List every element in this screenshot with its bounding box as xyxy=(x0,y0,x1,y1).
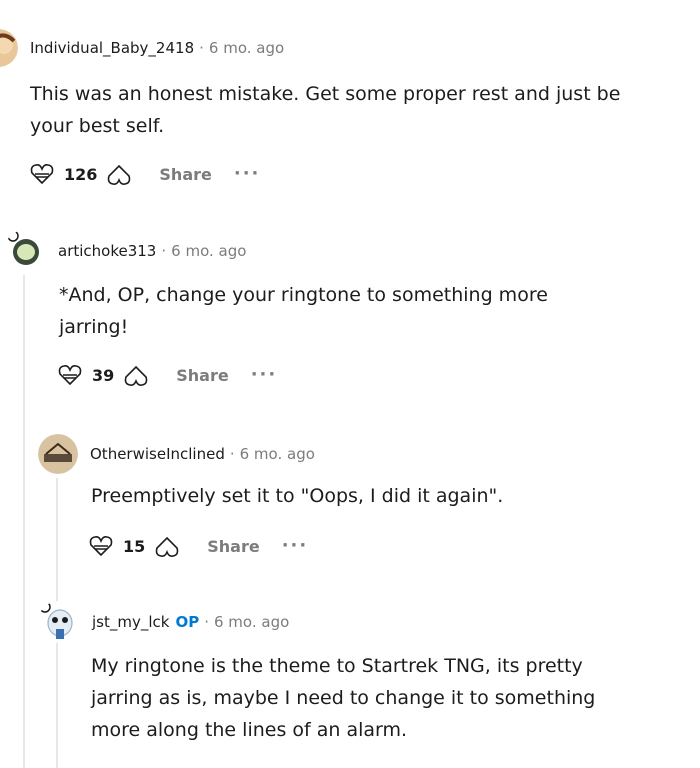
timestamp[interactable]: 6 mo. ago xyxy=(171,242,246,260)
more-options-icon[interactable]: ··· xyxy=(282,537,309,555)
separator-dot: · xyxy=(229,445,235,463)
comment-4: jst_my_lck OP · 6 mo. ago My ringtone is… xyxy=(38,601,691,746)
comment-body-line: *And, OP, change your ringtone to someth… xyxy=(59,284,548,306)
comment-body-line: your best self. xyxy=(30,115,165,137)
comment-1: Individual_Baby_2418 · 6 mo. ago This wa… xyxy=(0,28,680,192)
downvote-icon[interactable] xyxy=(153,534,181,558)
comment-header: Individual_Baby_2418 · 6 mo. ago xyxy=(0,28,680,68)
downvote-icon[interactable] xyxy=(122,363,150,387)
share-button[interactable]: Share xyxy=(207,537,259,556)
comment-body: My ringtone is the theme to Startrek TNG… xyxy=(91,650,691,746)
timestamp[interactable]: 6 mo. ago xyxy=(209,39,284,57)
username[interactable]: artichoke313 xyxy=(58,242,156,260)
timestamp[interactable]: 6 mo. ago xyxy=(240,445,315,463)
comment-header: artichoke313 · 6 mo. ago xyxy=(4,230,694,272)
comment-body-line: jarring as is, maybe I need to change it… xyxy=(91,687,596,709)
comment-2: artichoke313 · 6 mo. ago *And, OP, chang… xyxy=(4,230,694,393)
separator-dot: · xyxy=(204,613,209,631)
avatar[interactable] xyxy=(0,29,18,67)
avatar[interactable] xyxy=(4,230,46,272)
vote-count: 15 xyxy=(123,536,146,556)
separator-dot: · xyxy=(199,39,204,57)
comment-body-line: My ringtone is the theme to Startrek TNG… xyxy=(91,655,583,677)
comment-body-line: This was an honest mistake. Get some pro… xyxy=(30,83,621,105)
username[interactable]: Individual_Baby_2418 xyxy=(30,39,194,57)
comment-actions: 39 Share ··· xyxy=(56,357,694,393)
avatar[interactable] xyxy=(38,601,80,643)
op-badge: OP xyxy=(175,613,200,631)
separator-dot: · xyxy=(161,242,167,260)
comment-3: OtherwiseInclined · 6 mo. ago Preemptive… xyxy=(38,434,688,564)
comment-body-line: Preemptively set it to "Oops, I did it a… xyxy=(91,485,504,507)
comment-header: OtherwiseInclined · 6 mo. ago xyxy=(38,434,688,474)
comment-body: This was an honest mistake. Get some pro… xyxy=(30,78,670,142)
comment-body: Preemptively set it to "Oops, I did it a… xyxy=(91,480,681,512)
upvote-icon[interactable] xyxy=(28,162,56,186)
comment-header: jst_my_lck OP · 6 mo. ago xyxy=(38,601,688,643)
vote-count: 39 xyxy=(92,365,115,385)
avatar[interactable] xyxy=(38,434,78,474)
share-button[interactable]: Share xyxy=(159,165,211,184)
username[interactable]: jst_my_lck xyxy=(92,613,169,631)
comment-actions: 15 Share ··· xyxy=(87,528,688,564)
downvote-icon[interactable] xyxy=(105,162,133,186)
upvote-icon[interactable] xyxy=(56,363,84,387)
comment-body: *And, OP, change your ringtone to someth… xyxy=(59,279,679,343)
more-options-icon[interactable]: ··· xyxy=(234,165,261,183)
timestamp[interactable]: 6 mo. ago xyxy=(214,613,289,631)
comment-body-line: jarring! xyxy=(59,316,129,338)
more-options-icon[interactable]: ··· xyxy=(251,366,278,384)
username[interactable]: OtherwiseInclined xyxy=(90,445,225,463)
upvote-icon[interactable] xyxy=(87,534,115,558)
comment-body-line: more along the lines of an alarm. xyxy=(91,719,408,741)
vote-count: 126 xyxy=(64,164,98,184)
comment-actions: 126 Share ··· xyxy=(28,156,680,192)
share-button[interactable]: Share xyxy=(176,366,228,385)
